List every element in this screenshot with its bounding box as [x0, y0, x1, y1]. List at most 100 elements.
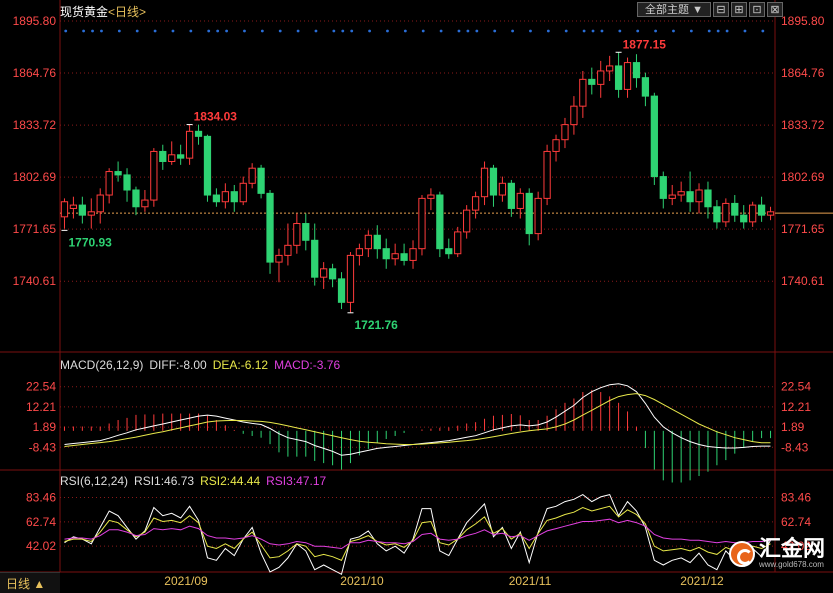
- macd-tick-right: 22.54: [781, 380, 811, 394]
- event-dot: [243, 29, 246, 33]
- price-tick-right: 1864.76: [781, 66, 825, 80]
- event-dot: [171, 29, 175, 33]
- event-dot: [153, 29, 157, 33]
- rsi1-value: RSI1:46.73: [134, 474, 195, 488]
- candle-body: [427, 194, 435, 199]
- event-dot: [493, 29, 497, 33]
- period-switcher[interactable]: 日线 ▲: [0, 572, 60, 593]
- event-dot: [582, 29, 586, 33]
- chart-header: 现货黄金<日线>: [60, 3, 146, 20]
- event-dot: [707, 29, 711, 33]
- price-annotation: 1770.93: [68, 235, 112, 249]
- candle-body: [78, 204, 86, 216]
- candle-body: [239, 182, 247, 203]
- candle-body: [436, 194, 444, 250]
- candle-body: [668, 194, 676, 199]
- event-dot: [368, 29, 371, 33]
- candle-body: [123, 174, 131, 191]
- candle-body: [221, 191, 229, 203]
- candle-body: [632, 62, 641, 79]
- macd-value: MACD:-3.76: [274, 358, 341, 372]
- candle-body: [606, 65, 614, 72]
- logo-url: www.gold678.com: [758, 560, 824, 569]
- candle-body: [257, 167, 265, 194]
- period-switcher-label: 日线 ▲: [6, 577, 46, 591]
- x-axis-label: 2021/10: [340, 574, 384, 588]
- candle-body: [105, 171, 113, 196]
- candle-body: [302, 223, 310, 241]
- symbol-title: 现货黄金: [60, 5, 109, 19]
- event-dot: [439, 29, 443, 33]
- event-dot: [591, 29, 595, 33]
- price-annotation: 1721.76: [354, 318, 398, 332]
- candle-body: [132, 189, 140, 208]
- candle-body: [293, 223, 301, 246]
- candle-body: [150, 150, 158, 201]
- event-dot: [403, 29, 407, 33]
- event-dot: [386, 29, 389, 33]
- event-dot: [725, 29, 729, 33]
- candle-body: [87, 211, 95, 216]
- macd-tick-left: 22.54: [26, 380, 56, 394]
- event-dot: [618, 29, 622, 33]
- x-axis-label: 2021/09: [164, 574, 208, 588]
- event-dot: [564, 29, 568, 33]
- event-dot: [117, 29, 121, 33]
- event-dot: [654, 29, 657, 33]
- event-dot: [716, 29, 720, 33]
- candle-body: [463, 209, 471, 233]
- candle-body: [168, 154, 176, 163]
- candle-body: [766, 211, 775, 216]
- candle-body: [588, 78, 596, 85]
- logo-icon: [728, 540, 755, 567]
- candle-body: [159, 150, 167, 163]
- candle-body: [194, 130, 203, 137]
- candle-body: [212, 194, 221, 203]
- macd-tick-right: -8.43: [781, 440, 809, 454]
- candle-body: [230, 191, 238, 203]
- period-label[interactable]: <日线>: [108, 5, 146, 19]
- price-annotation: 1877.15: [623, 37, 667, 51]
- candle-body: [498, 182, 507, 196]
- price-tick-left: 1864.76: [13, 66, 57, 80]
- rsi-tick-left: 62.74: [26, 515, 56, 529]
- layout-a-icon[interactable]: ⊟: [713, 2, 729, 17]
- price-tick-right: 1740.61: [781, 274, 825, 288]
- layout-b-icon[interactable]: ⊞: [731, 2, 747, 17]
- theme-select[interactable]: 全部主题 ▼: [637, 2, 711, 17]
- event-dot: [260, 29, 264, 33]
- candle-body: [364, 234, 372, 250]
- candle-body: [248, 167, 256, 184]
- price-tick-left: 1833.72: [13, 118, 57, 132]
- event-dot: [466, 29, 470, 33]
- candle-body: [749, 204, 757, 223]
- candle-body: [695, 189, 703, 203]
- x-axis-label: 2021/11: [509, 574, 552, 588]
- event-dot: [672, 29, 675, 33]
- candle-body: [579, 78, 587, 107]
- layout-c-icon[interactable]: ⊡: [749, 2, 765, 17]
- layout-d-icon[interactable]: ⊠: [767, 2, 783, 17]
- candle-body: [722, 202, 730, 223]
- price-tick-right: 1802.69: [781, 170, 825, 184]
- event-dot: [225, 29, 228, 33]
- candle-body: [346, 254, 355, 303]
- candle-body: [543, 150, 551, 199]
- macd-tick-left: -8.43: [29, 440, 57, 454]
- candle-body: [418, 197, 426, 250]
- macd-diff: DIFF:-8.00: [149, 358, 207, 372]
- event-dot: [207, 29, 211, 33]
- candle-body: [704, 189, 712, 208]
- candle-body: [659, 176, 667, 199]
- price-tick-left: 1895.80: [13, 14, 57, 28]
- event-dot: [64, 29, 68, 33]
- event-dot: [529, 29, 532, 33]
- price-tick-left: 1771.65: [13, 222, 57, 236]
- rsi3-value: RSI3:47.17: [266, 474, 327, 488]
- macd-tick-left: 1.89: [33, 420, 57, 434]
- candle-body: [177, 154, 185, 159]
- background: [0, 0, 833, 593]
- rsi-tick-left: 83.46: [26, 491, 56, 505]
- macd-dea: DEA:-6.12: [212, 358, 269, 372]
- candle-body: [382, 248, 390, 260]
